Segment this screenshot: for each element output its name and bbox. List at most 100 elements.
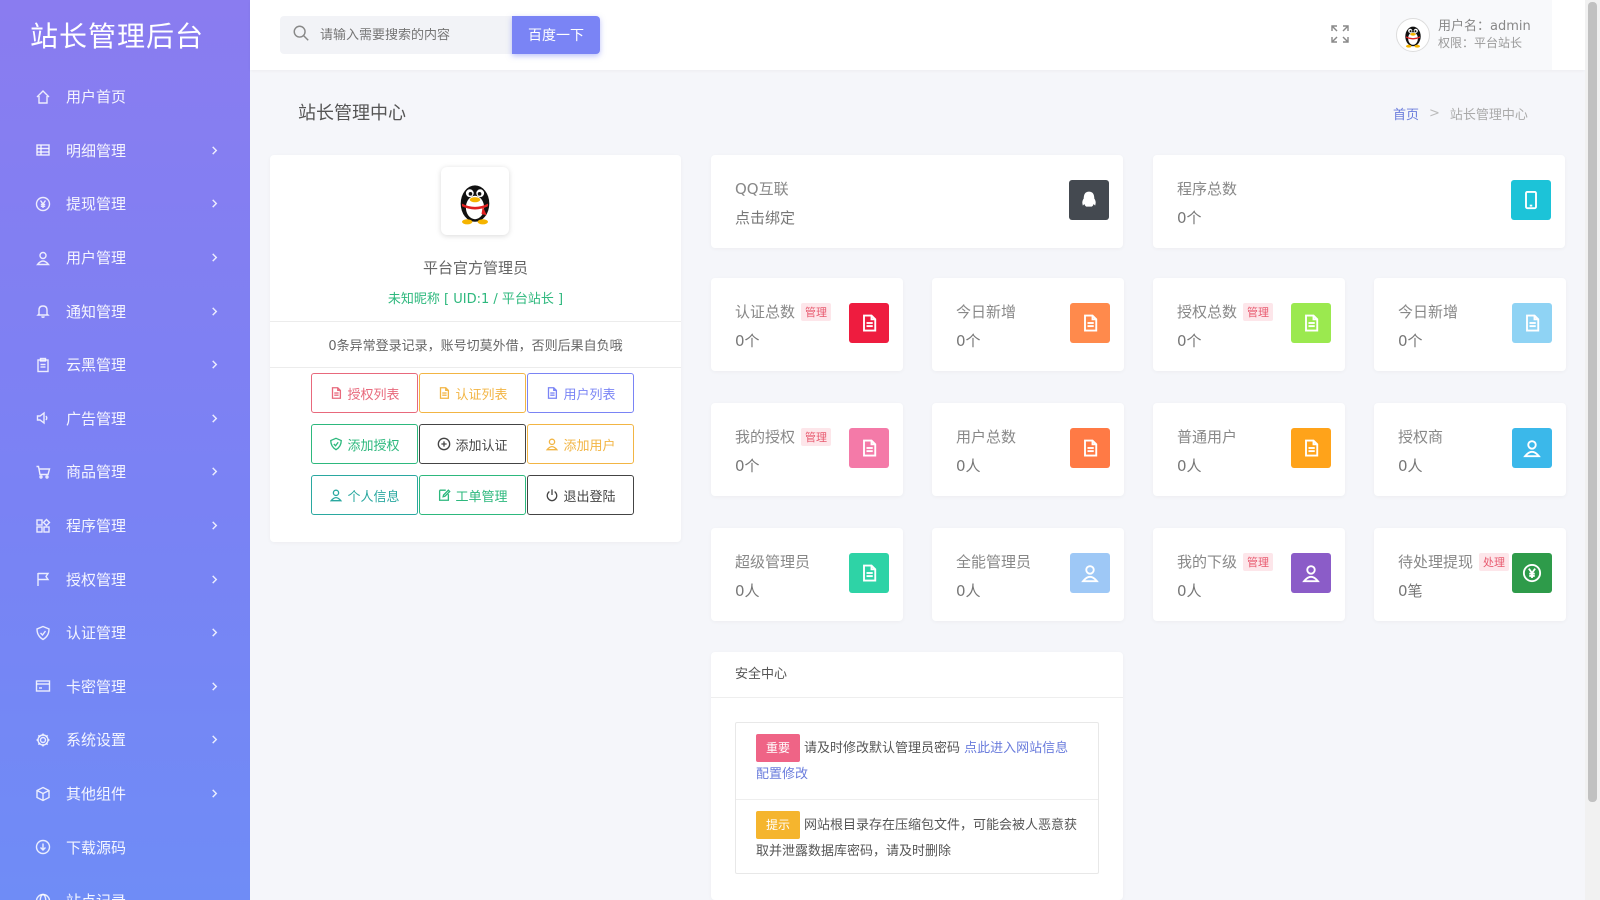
security-center-title: 安全中心 bbox=[711, 652, 1123, 698]
sidebar-item[interactable]: 程序管理 bbox=[0, 499, 250, 553]
stat-card[interactable]: 今日新增 0个 bbox=[932, 278, 1124, 371]
important-tag: 重要 bbox=[756, 734, 801, 762]
sidebar-item[interactable]: 下载源码 bbox=[0, 820, 250, 874]
stat-card[interactable]: 超级管理员 0人 bbox=[711, 528, 903, 621]
qq-penguin-icon bbox=[460, 185, 490, 225]
security-center-card: 安全中心 重要 请及时修改默认管理员密码 点此进入网站信息配置修改 提示 网站根目录… bbox=[711, 652, 1123, 900]
stat-value: 0个 bbox=[735, 332, 760, 350]
sidebar-item[interactable]: 站点记录 bbox=[0, 874, 250, 900]
search-button[interactable]: 百度一下 bbox=[512, 16, 600, 54]
profile-action-button[interactable]: 个人信息 bbox=[311, 475, 418, 515]
sidebar-item-label: 认证管理 bbox=[66, 624, 127, 643]
stat-value: 0人 bbox=[1398, 457, 1423, 475]
sidebar-item-label: 提现管理 bbox=[66, 195, 127, 214]
apps-icon bbox=[34, 517, 52, 535]
stat-label: 程序总数 bbox=[1177, 180, 1238, 198]
stat-card[interactable]: 用户总数 0人 bbox=[932, 403, 1124, 496]
role-label: 权限：平台站长 bbox=[1438, 36, 1523, 50]
profile-action-button[interactable]: 认证列表 bbox=[419, 373, 526, 413]
stat-card[interactable]: 今日新增 0个 bbox=[1374, 278, 1566, 371]
stat-card[interactable]: 授权商 0人 bbox=[1374, 403, 1566, 496]
profile-card: 平台官方管理员 未知昵称 [ UID:1 / 平台站长 ] 0条异常登录记录，账… bbox=[270, 155, 681, 542]
security-notice-text: 网站根目录存在压缩包文件，可能会被人恶意获取并泄露数据库密码，请及时删除 bbox=[756, 818, 1078, 859]
fullscreen-icon[interactable] bbox=[1330, 24, 1352, 46]
stat-manage-badge[interactable]: 管理 bbox=[1243, 302, 1274, 321]
profile-action-button[interactable]: 添加授权 bbox=[311, 424, 418, 464]
document-icon bbox=[849, 553, 889, 593]
stat-manage-badge[interactable]: 管理 bbox=[801, 427, 832, 446]
stat-value: 0个 bbox=[735, 457, 760, 475]
search-icon bbox=[292, 24, 310, 46]
stat-label: 认证总数 bbox=[735, 303, 796, 321]
speaker-icon bbox=[34, 409, 52, 427]
stat-value: 0个 bbox=[1398, 332, 1423, 350]
sidebar-item[interactable]: 明细管理 bbox=[0, 124, 250, 178]
sidebar-item[interactable]: 授权管理 bbox=[0, 552, 250, 606]
security-notice-item: 提示 网站根目录存在压缩包文件，可能会被人恶意获取并泄露数据库密码，请及时删除 bbox=[736, 799, 1098, 876]
sidebar-item-label: 程序管理 bbox=[66, 517, 127, 536]
sidebar-item[interactable]: 用户首页 bbox=[0, 70, 250, 124]
stat-label: 我的授权 bbox=[735, 428, 796, 446]
sidebar-item[interactable]: 系统设置 bbox=[0, 713, 250, 767]
stat-manage-badge[interactable]: 管理 bbox=[801, 302, 832, 321]
sidebar-item[interactable]: 商品管理 bbox=[0, 445, 250, 499]
tablet-icon bbox=[1511, 180, 1551, 220]
sidebar-item[interactable]: 通知管理 bbox=[0, 284, 250, 338]
sidebar-item[interactable]: 卡密管理 bbox=[0, 660, 250, 714]
stat-manage-badge[interactable]: 管理 bbox=[1243, 552, 1274, 571]
stat-label: 全能管理员 bbox=[956, 553, 1032, 571]
stat-card[interactable]: 认证总数 管理 0个 bbox=[711, 278, 903, 371]
stat-card[interactable]: 授权总数 管理 0个 bbox=[1153, 278, 1345, 371]
stat-value: 0人 bbox=[956, 457, 981, 475]
stat-manage-badge[interactable]: 处理 bbox=[1479, 552, 1510, 571]
stat-value: 0个 bbox=[1177, 209, 1202, 227]
stat-card[interactable]: 我的下级 管理 0人 bbox=[1153, 528, 1345, 621]
chevron-right-icon bbox=[208, 144, 220, 156]
user-menu[interactable]: 用户名：admin 权限：平台站长 bbox=[1380, 0, 1552, 70]
chevron-right-icon bbox=[208, 680, 220, 692]
stat-label: 授权商 bbox=[1398, 428, 1444, 446]
stat-label: 我的下级 bbox=[1177, 553, 1238, 571]
sidebar-item[interactable]: 认证管理 bbox=[0, 606, 250, 660]
stat-card[interactable]: 普通用户 0人 bbox=[1153, 403, 1345, 496]
sidebar-item-label: 授权管理 bbox=[66, 570, 127, 589]
scrollbar-thumb[interactable] bbox=[1588, 2, 1597, 802]
stat-card[interactable]: QQ互联 点击绑定 bbox=[711, 155, 1123, 248]
breadcrumb-separator: > bbox=[1429, 106, 1440, 121]
profile-action-button[interactable]: 退出登陆 bbox=[527, 475, 634, 515]
user-icon bbox=[329, 488, 347, 502]
sidebar-item-label: 云黑管理 bbox=[66, 356, 127, 375]
chevron-right-icon bbox=[208, 627, 220, 639]
search-input[interactable] bbox=[320, 27, 500, 43]
profile-action-button[interactable]: 添加用户 bbox=[527, 424, 634, 464]
profile-action-label: 添加用户 bbox=[563, 438, 616, 454]
profile-action-button[interactable]: 用户列表 bbox=[527, 373, 634, 413]
sidebar-item[interactable]: 用户管理 bbox=[0, 231, 250, 285]
globe-icon bbox=[34, 892, 52, 900]
profile-action-button[interactable]: 工单管理 bbox=[419, 475, 526, 515]
sidebar-item-label: 通知管理 bbox=[66, 302, 127, 321]
page-scrollbar[interactable] bbox=[1585, 0, 1600, 900]
stat-card[interactable]: 待处理提现 处理 0笔 bbox=[1374, 528, 1566, 621]
sidebar-item[interactable]: 提现管理 bbox=[0, 177, 250, 231]
profile-action-label: 添加授权 bbox=[347, 438, 400, 454]
document-icon bbox=[1512, 303, 1552, 343]
yen-icon bbox=[1512, 553, 1552, 593]
sidebar-nav: 用户首页 明细管理提现管理用户管理通知管理云黑管理广告管理 商品管理程序管理授权管理… bbox=[0, 70, 250, 900]
cube-icon bbox=[34, 785, 52, 803]
sidebar-item[interactable]: 云黑管理 bbox=[0, 338, 250, 392]
clipboard-icon bbox=[34, 356, 52, 374]
profile-action-button[interactable]: 添加认证 bbox=[419, 424, 526, 464]
chevron-right-icon bbox=[208, 305, 220, 317]
breadcrumb-home-link[interactable]: 首页 bbox=[1393, 104, 1419, 123]
brand-title[interactable]: 站长管理后台 bbox=[0, 0, 250, 70]
security-notice-text: 请及时修改默认管理员密码 bbox=[804, 741, 965, 756]
stat-card[interactable]: 全能管理员 0人 bbox=[932, 528, 1124, 621]
yen-icon bbox=[34, 195, 52, 213]
profile-action-button[interactable]: 授权列表 bbox=[311, 373, 418, 413]
stat-card[interactable]: 我的授权 管理 0个 bbox=[711, 403, 903, 496]
sidebar-item[interactable]: 其他组件 bbox=[0, 767, 250, 821]
sidebar-item[interactable]: 广告管理 bbox=[0, 392, 250, 446]
stat-label: 待处理提现 bbox=[1398, 553, 1474, 571]
stat-card[interactable]: 程序总数 0个 bbox=[1153, 155, 1565, 248]
